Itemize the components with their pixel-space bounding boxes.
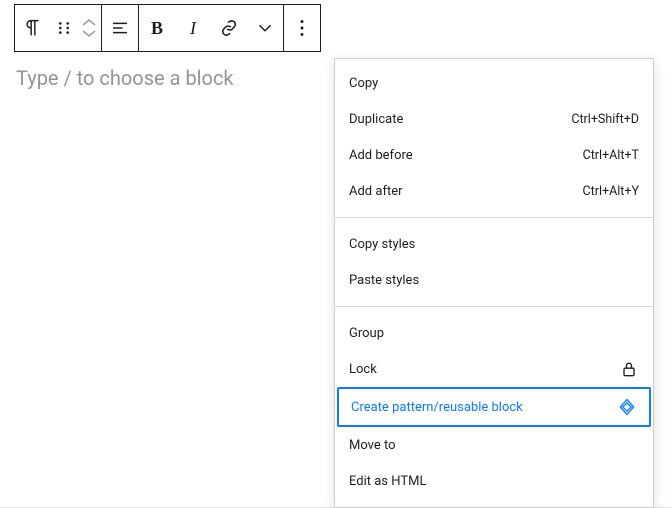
toolbar-group-align: [102, 5, 139, 51]
more-vertical-icon: [291, 17, 313, 39]
menu-item-add-before[interactable]: Add before Ctrl+Alt+T: [335, 137, 653, 173]
menu-label: Add after: [349, 184, 403, 199]
menu-item-copy[interactable]: Copy: [335, 65, 653, 101]
menu-label: Paste styles: [349, 273, 419, 288]
lock-icon: [619, 359, 639, 379]
block-options-menu: Copy Duplicate Ctrl+Shift+D Add before C…: [334, 58, 654, 508]
toolbar-group-format: B I: [139, 5, 284, 51]
menu-shortcut: Ctrl+Alt+T: [583, 148, 639, 163]
menu-shortcut: Ctrl+Shift+D: [571, 112, 639, 127]
menu-item-duplicate[interactable]: Duplicate Ctrl+Shift+D: [335, 101, 653, 137]
menu-label: Duplicate: [349, 112, 403, 127]
menu-item-group[interactable]: Group: [335, 315, 653, 351]
menu-label: Move to: [349, 438, 396, 453]
toolbar-group-options: [284, 5, 320, 51]
menu-scroll[interactable]: Copy Duplicate Ctrl+Shift+D Add before C…: [335, 59, 653, 507]
menu-shortcut: Ctrl+Alt+Y: [583, 184, 639, 199]
menu-item-copy-styles[interactable]: Copy styles: [335, 226, 653, 262]
menu-label: Add before: [349, 148, 413, 163]
menu-separator: [335, 306, 653, 307]
menu-item-create-pattern[interactable]: Create pattern/reusable block: [337, 387, 651, 427]
link-button[interactable]: [211, 5, 247, 51]
block-placeholder[interactable]: Type / to choose a block: [16, 66, 234, 90]
menu-label: Create pattern/reusable block: [351, 400, 523, 415]
diamond-icon: [617, 397, 637, 417]
align-icon[interactable]: [102, 5, 138, 51]
menu-label: Lock: [349, 362, 377, 377]
menu-separator: [335, 217, 653, 218]
options-button[interactable]: [284, 5, 320, 51]
menu-item-paste-styles[interactable]: Paste styles: [335, 262, 653, 298]
menu-label: Copy: [349, 76, 378, 91]
drag-handle-icon[interactable]: [51, 5, 77, 51]
menu-item-lock[interactable]: Lock: [335, 351, 653, 387]
menu-item-add-after[interactable]: Add after Ctrl+Alt+Y: [335, 173, 653, 209]
chevron-down-icon: [81, 29, 97, 38]
menu-label: Group: [349, 326, 384, 341]
menu-item-edit-html[interactable]: Edit as HTML: [335, 463, 653, 499]
chevron-up-icon: [81, 18, 97, 27]
menu-label: Copy styles: [349, 237, 415, 252]
toolbar-group-block: [15, 5, 102, 51]
move-up-down[interactable]: [77, 5, 101, 51]
paragraph-block-icon[interactable]: [15, 5, 51, 51]
menu-item-move-to[interactable]: Move to: [335, 427, 653, 463]
italic-button[interactable]: I: [175, 5, 211, 51]
block-toolbar: B I: [14, 4, 321, 52]
bold-button[interactable]: B: [139, 5, 175, 51]
more-rich-text-icon[interactable]: [247, 5, 283, 51]
menu-label: Edit as HTML: [349, 474, 426, 489]
